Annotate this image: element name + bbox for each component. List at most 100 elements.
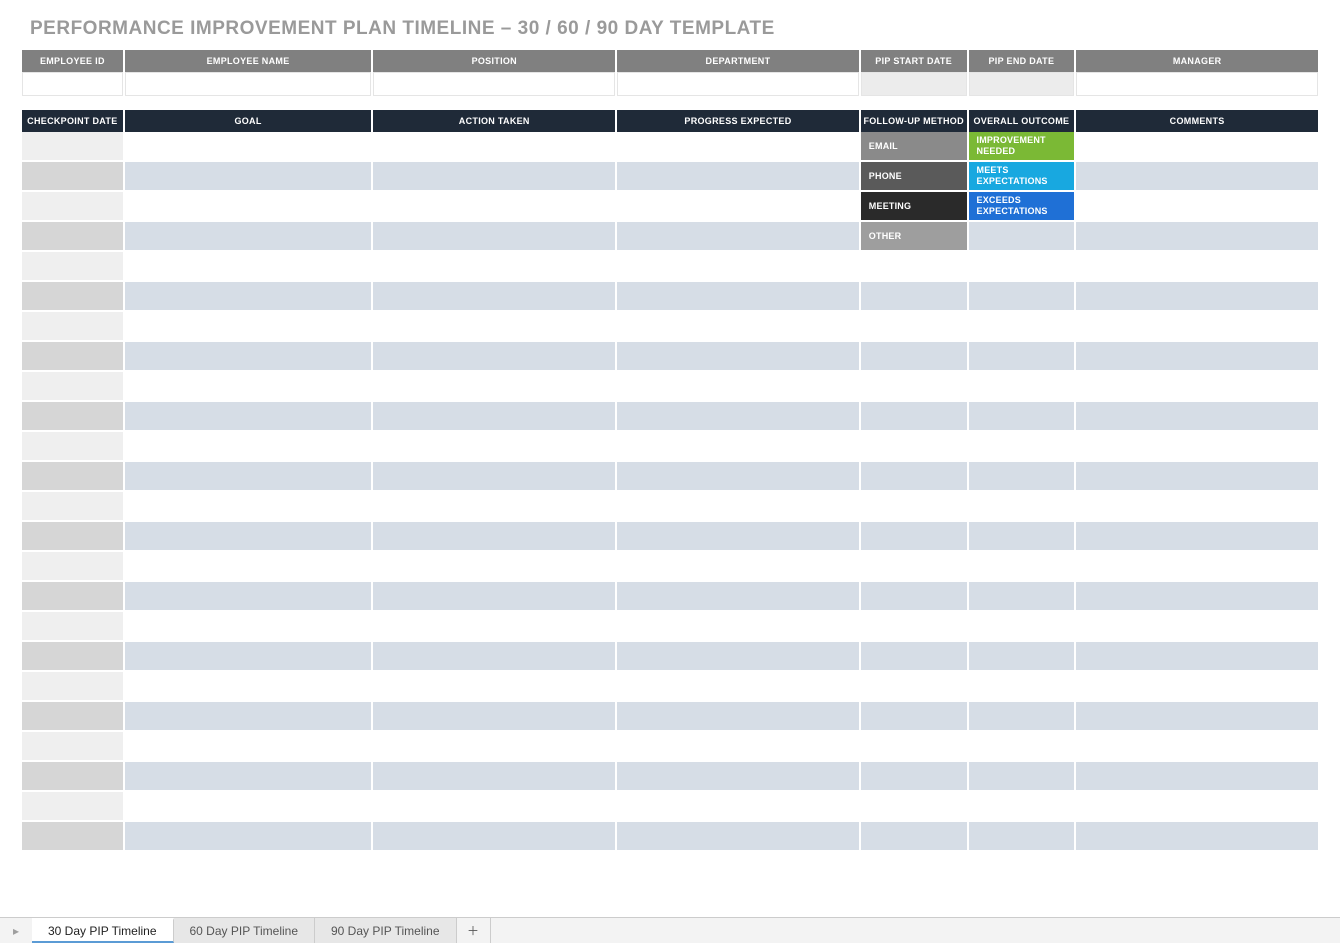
cell-comments[interactable] bbox=[1076, 432, 1318, 462]
cell-goal[interactable] bbox=[125, 582, 372, 612]
cell-action-taken[interactable] bbox=[373, 492, 615, 522]
cell-action-taken[interactable] bbox=[373, 252, 615, 282]
cell-progress-expected[interactable] bbox=[617, 192, 859, 222]
cell-overall-outcome[interactable] bbox=[969, 372, 1075, 402]
cell-goal[interactable] bbox=[125, 702, 372, 732]
cell-comments[interactable] bbox=[1076, 822, 1318, 852]
cell-checkpoint-date[interactable] bbox=[22, 492, 123, 522]
cell-checkpoint-date[interactable] bbox=[22, 432, 123, 462]
cell-progress-expected[interactable] bbox=[617, 432, 859, 462]
cell-action-taken[interactable] bbox=[373, 552, 615, 582]
cell-progress-expected[interactable] bbox=[617, 762, 859, 792]
cell-goal[interactable] bbox=[125, 462, 372, 492]
cell-follow-up-method[interactable] bbox=[861, 822, 967, 852]
cell-employee-name[interactable] bbox=[125, 72, 372, 96]
cell-goal[interactable] bbox=[125, 282, 372, 312]
cell-comments[interactable] bbox=[1076, 642, 1318, 672]
sheet-nav-icon[interactable]: ▸ bbox=[0, 918, 32, 943]
followup-option-email[interactable]: EMAIL bbox=[861, 132, 967, 160]
cell-follow-up-method[interactable] bbox=[861, 552, 967, 582]
cell-progress-expected[interactable] bbox=[617, 792, 859, 822]
outcome-option-exceeds[interactable]: EXCEEDS EXPECTATIONS bbox=[969, 192, 1075, 220]
cell-overall-outcome[interactable] bbox=[969, 612, 1075, 642]
cell-goal[interactable] bbox=[125, 822, 372, 852]
tab-60-day[interactable]: 60 Day PIP Timeline bbox=[174, 918, 316, 943]
cell-goal[interactable] bbox=[125, 192, 372, 222]
cell-comments[interactable] bbox=[1076, 552, 1318, 582]
cell-goal[interactable] bbox=[125, 762, 372, 792]
cell-progress-expected[interactable] bbox=[617, 612, 859, 642]
cell-comments[interactable] bbox=[1076, 792, 1318, 822]
cell-action-taken[interactable] bbox=[373, 162, 615, 192]
cell-checkpoint-date[interactable] bbox=[22, 732, 123, 762]
cell-pip-end-date[interactable] bbox=[969, 72, 1075, 96]
cell-checkpoint-date[interactable] bbox=[22, 822, 123, 852]
cell-progress-expected[interactable] bbox=[617, 732, 859, 762]
cell-action-taken[interactable] bbox=[373, 702, 615, 732]
cell-checkpoint-date[interactable] bbox=[22, 282, 123, 312]
cell-checkpoint-date[interactable] bbox=[22, 372, 123, 402]
cell-checkpoint-date[interactable] bbox=[22, 642, 123, 672]
cell-goal[interactable] bbox=[125, 252, 372, 282]
cell-comments[interactable] bbox=[1076, 132, 1318, 162]
cell-comments[interactable] bbox=[1076, 192, 1318, 222]
cell-follow-up-method[interactable] bbox=[861, 462, 967, 492]
cell-action-taken[interactable] bbox=[373, 282, 615, 312]
cell-overall-outcome[interactable] bbox=[969, 552, 1075, 582]
cell-follow-up-method[interactable] bbox=[861, 252, 967, 282]
cell-comments[interactable] bbox=[1076, 462, 1318, 492]
cell-comments[interactable] bbox=[1076, 222, 1318, 252]
cell-progress-expected[interactable] bbox=[617, 162, 859, 192]
cell-checkpoint-date[interactable] bbox=[22, 312, 123, 342]
cell-overall-outcome[interactable] bbox=[969, 462, 1075, 492]
cell-progress-expected[interactable] bbox=[617, 132, 859, 162]
cell-goal[interactable] bbox=[125, 372, 372, 402]
cell-action-taken[interactable] bbox=[373, 762, 615, 792]
cell-department[interactable] bbox=[617, 72, 859, 96]
cell-follow-up-method[interactable] bbox=[861, 642, 967, 672]
cell-overall-outcome[interactable] bbox=[969, 762, 1075, 792]
cell-overall-outcome[interactable] bbox=[969, 822, 1075, 852]
cell-comments[interactable] bbox=[1076, 162, 1318, 192]
cell-comments[interactable] bbox=[1076, 342, 1318, 372]
cell-follow-up-method[interactable] bbox=[861, 612, 967, 642]
cell-position[interactable] bbox=[373, 72, 615, 96]
cell-progress-expected[interactable] bbox=[617, 492, 859, 522]
cell-follow-up-method[interactable] bbox=[861, 762, 967, 792]
cell-action-taken[interactable] bbox=[373, 312, 615, 342]
cell-goal[interactable] bbox=[125, 612, 372, 642]
cell-follow-up-method[interactable] bbox=[861, 792, 967, 822]
cell-goal[interactable] bbox=[125, 552, 372, 582]
cell-action-taken[interactable] bbox=[373, 372, 615, 402]
cell-action-taken[interactable] bbox=[373, 582, 615, 612]
cell-action-taken[interactable] bbox=[373, 792, 615, 822]
cell-action-taken[interactable] bbox=[373, 132, 615, 162]
cell-follow-up-method[interactable]: EMAIL bbox=[861, 132, 967, 162]
tab-90-day[interactable]: 90 Day PIP Timeline bbox=[315, 918, 457, 943]
cell-overall-outcome[interactable] bbox=[969, 732, 1075, 762]
cell-progress-expected[interactable] bbox=[617, 642, 859, 672]
cell-goal[interactable] bbox=[125, 402, 372, 432]
cell-follow-up-method[interactable]: OTHER bbox=[861, 222, 967, 252]
cell-progress-expected[interactable] bbox=[617, 462, 859, 492]
cell-comments[interactable] bbox=[1076, 702, 1318, 732]
cell-overall-outcome[interactable] bbox=[969, 312, 1075, 342]
cell-checkpoint-date[interactable] bbox=[22, 342, 123, 372]
cell-comments[interactable] bbox=[1076, 252, 1318, 282]
cell-overall-outcome[interactable] bbox=[969, 342, 1075, 372]
cell-comments[interactable] bbox=[1076, 762, 1318, 792]
cell-progress-expected[interactable] bbox=[617, 672, 859, 702]
cell-checkpoint-date[interactable] bbox=[22, 552, 123, 582]
cell-progress-expected[interactable] bbox=[617, 372, 859, 402]
cell-goal[interactable] bbox=[125, 672, 372, 702]
cell-goal[interactable] bbox=[125, 162, 372, 192]
cell-follow-up-method[interactable]: MEETING bbox=[861, 192, 967, 222]
cell-pip-start-date[interactable] bbox=[861, 72, 967, 96]
cell-comments[interactable] bbox=[1076, 492, 1318, 522]
cell-progress-expected[interactable] bbox=[617, 522, 859, 552]
followup-option-other[interactable]: OTHER bbox=[861, 222, 967, 250]
cell-comments[interactable] bbox=[1076, 672, 1318, 702]
cell-follow-up-method[interactable] bbox=[861, 282, 967, 312]
tab-30-day[interactable]: 30 Day PIP Timeline bbox=[32, 918, 174, 943]
cell-checkpoint-date[interactable] bbox=[22, 192, 123, 222]
